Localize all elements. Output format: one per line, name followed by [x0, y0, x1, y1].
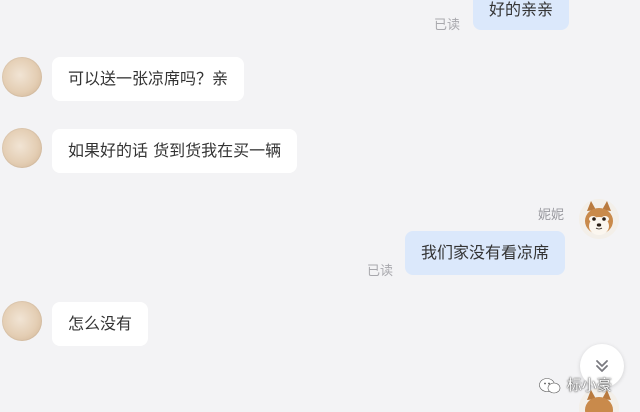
- shiba-dog-avatar-icon: [579, 199, 619, 239]
- sender-name: 妮妮: [538, 208, 565, 223]
- self-avatar[interactable]: [579, 199, 619, 239]
- wechat-logo-icon: [539, 377, 561, 393]
- read-receipt: 已读: [434, 18, 461, 33]
- contact-avatar[interactable]: [2, 57, 42, 97]
- contact-avatar[interactable]: [2, 301, 42, 341]
- chat-area[interactable]: 已读 好的亲亲 可以送一张凉席吗？亲 如果好的话 货到货我在买一辆 妮妮 已读 …: [0, 0, 640, 412]
- incoming-message-bubble[interactable]: 怎么没有: [52, 302, 149, 346]
- chevron-double-down-icon: [596, 360, 608, 372]
- watermark: 标小豪: [538, 374, 612, 396]
- incoming-message-bubble[interactable]: 如果好的话 货到货我在买一辆: [52, 129, 298, 173]
- outgoing-message-bubble[interactable]: 我们家没有看凉席: [405, 231, 566, 275]
- outgoing-message-bubble[interactable]: 好的亲亲: [473, 0, 570, 30]
- incoming-message-bubble[interactable]: 可以送一张凉席吗？亲: [52, 57, 245, 101]
- read-receipt: 已读: [367, 264, 394, 279]
- contact-avatar[interactable]: [2, 128, 42, 168]
- watermark-text: 标小豪: [566, 376, 612, 394]
